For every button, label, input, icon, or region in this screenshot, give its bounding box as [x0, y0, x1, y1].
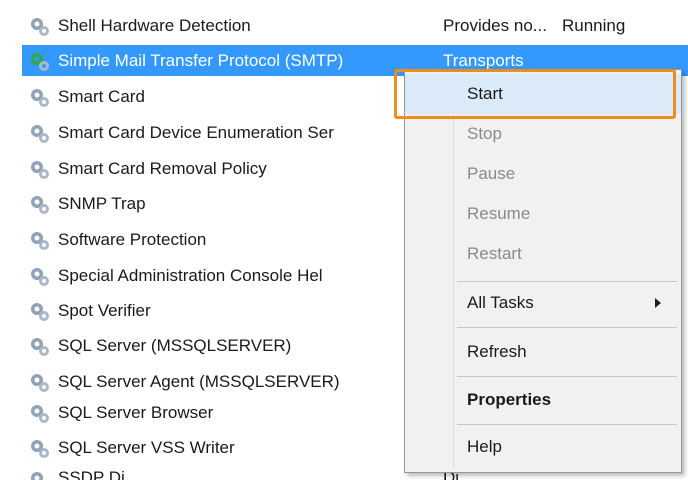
- gear-icon: [31, 52, 49, 71]
- gear-icon: [31, 267, 49, 286]
- service-name: Smart Card Device Enumeration Ser: [58, 122, 334, 142]
- gear-icon: [31, 17, 49, 36]
- menu-separator: [457, 424, 677, 425]
- menu-item-start[interactable]: Start: [405, 74, 681, 114]
- gear-icon: [31, 337, 49, 356]
- menu-item-resume[interactable]: Resume: [405, 194, 681, 234]
- menu-item-label: Refresh: [467, 342, 527, 361]
- gear-icon: [31, 404, 49, 423]
- service-name: Simple Mail Transfer Protocol (SMTP): [58, 50, 344, 70]
- chevron-right-icon: [655, 298, 661, 308]
- service-name: Shell Hardware Detection: [58, 15, 251, 35]
- gear-icon: [31, 160, 49, 179]
- menu-item-refresh[interactable]: Refresh: [405, 332, 681, 372]
- service-name: Software Protection: [58, 229, 207, 249]
- gear-icon: [31, 124, 49, 143]
- menu-item-label: Properties: [467, 390, 552, 409]
- menu-item-label: Stop: [467, 124, 502, 143]
- menu-item-all-tasks[interactable]: All Tasks: [405, 283, 681, 323]
- menu-item-label: Pause: [467, 164, 516, 183]
- menu-item-restart[interactable]: Restart: [405, 234, 681, 274]
- gear-icon: [31, 195, 49, 214]
- menu-item-label: All Tasks: [467, 293, 534, 312]
- gear-icon: [31, 373, 49, 392]
- menu-item-stop[interactable]: Stop: [405, 114, 681, 154]
- service-name: SQL Server (MSSQLSERVER): [58, 335, 292, 355]
- gear-icon: [31, 88, 49, 107]
- menu-separator: [457, 376, 677, 377]
- service-row-shell-hardware-detection[interactable]: Shell Hardware Detection Provides no... …: [22, 10, 688, 41]
- gear-icon: [31, 439, 49, 458]
- service-name: Spot Verifier: [58, 300, 151, 320]
- service-description: Transports: [443, 50, 524, 70]
- menu-separator: [457, 281, 677, 282]
- menu-item-pause[interactable]: Pause: [405, 154, 681, 194]
- service-name: SNMP Trap: [58, 193, 146, 213]
- menu-item-label: Help: [467, 437, 502, 456]
- gear-icon: [31, 472, 43, 480]
- gear-icon: [31, 302, 49, 321]
- service-status: Running: [562, 15, 626, 35]
- service-description: Provides no...: [443, 15, 547, 35]
- service-name: SSDP Di...: [58, 468, 139, 480]
- menu-item-properties[interactable]: Properties: [405, 380, 681, 420]
- gear-icon: [31, 231, 49, 250]
- menu-item-label: Resume: [467, 204, 531, 223]
- menu-item-label: Start: [467, 84, 503, 103]
- service-name: Special Administration Console Hel: [58, 265, 323, 285]
- service-name: Smart Card Removal Policy: [58, 158, 267, 178]
- service-name: SQL Server Browser: [58, 402, 214, 422]
- service-name: SQL Server Agent (MSSQLSERVER): [58, 371, 340, 391]
- service-name: Smart Card: [58, 86, 145, 106]
- context-menu: Start Stop Pause Resume Restart All Task…: [404, 69, 682, 473]
- menu-item-label: Restart: [467, 244, 522, 263]
- service-name: SQL Server VSS Writer: [58, 437, 235, 457]
- menu-separator: [457, 327, 677, 328]
- menu-item-help[interactable]: Help: [405, 427, 681, 467]
